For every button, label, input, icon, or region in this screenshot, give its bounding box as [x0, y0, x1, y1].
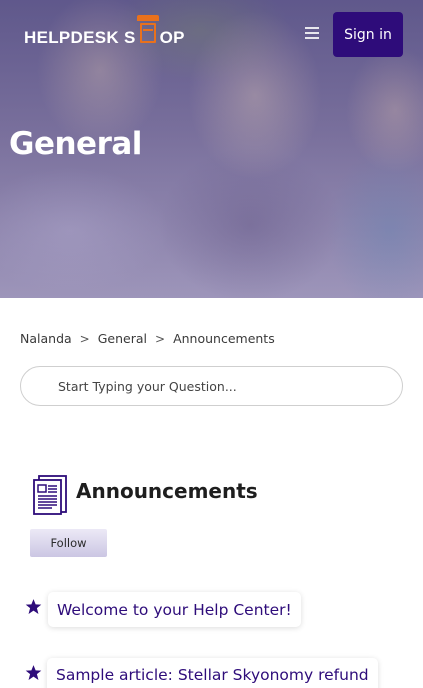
breadcrumb-item-general[interactable]: General	[98, 331, 147, 346]
star-icon	[25, 599, 42, 614]
shop-icon	[136, 15, 159, 47]
search-input[interactable]	[58, 367, 388, 405]
breadcrumb: Nalanda > General > Announcements	[20, 331, 275, 346]
follow-button[interactable]: Follow	[30, 529, 107, 557]
breadcrumb-separator-icon: >	[155, 331, 166, 346]
document-icon	[33, 475, 67, 515]
logo-text-right: OP	[159, 28, 185, 47]
breadcrumb-item-announcements[interactable]: Announcements	[173, 331, 275, 346]
signin-button[interactable]: Sign in	[333, 12, 403, 57]
menu-icon[interactable]	[305, 27, 319, 39]
section-title: Announcements	[76, 479, 258, 503]
site-header: HELPDESK S OP Sign in	[0, 0, 423, 70]
search-bar	[20, 366, 403, 406]
logo-text-left: HELPDESK S	[24, 28, 136, 47]
article-link[interactable]: Welcome to your Help Center!	[48, 592, 301, 627]
star-icon	[25, 665, 42, 680]
breadcrumb-item-nalanda[interactable]: Nalanda	[20, 331, 72, 346]
article-link[interactable]: Sample article: Stellar Skyonomy refund	[47, 658, 378, 688]
logo[interactable]: HELPDESK S OP	[24, 15, 185, 48]
page-title: General	[9, 126, 142, 162]
breadcrumb-separator-icon: >	[79, 331, 90, 346]
